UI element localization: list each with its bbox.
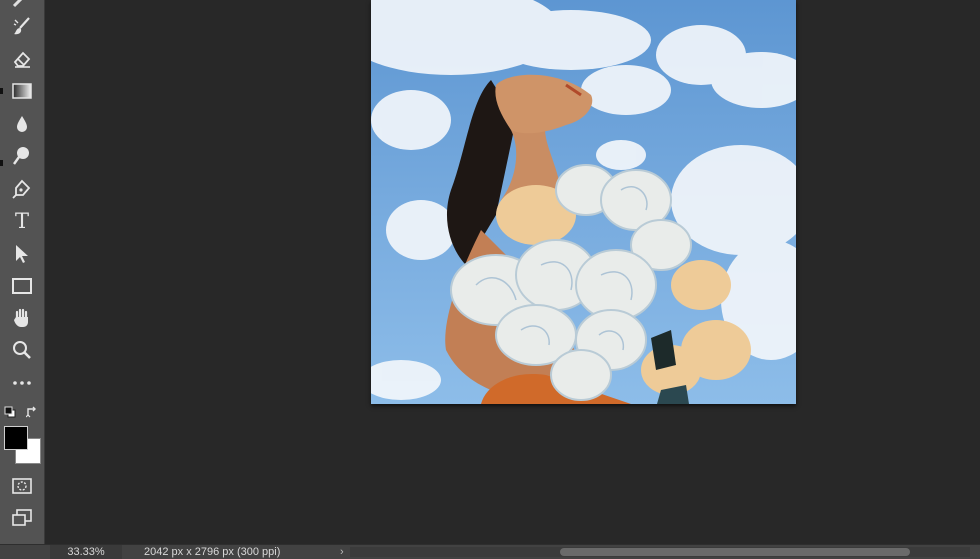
type-tool[interactable]: T bbox=[4, 207, 40, 235]
rectangle-tool[interactable] bbox=[4, 272, 40, 300]
hand-tool[interactable] bbox=[4, 304, 40, 332]
gradient-tool[interactable] bbox=[4, 77, 40, 105]
status-menu-arrow[interactable]: › bbox=[340, 545, 344, 559]
default-colors-icon[interactable] bbox=[4, 406, 16, 418]
brush-icon bbox=[13, 17, 30, 35]
blur-tool[interactable] bbox=[4, 110, 40, 138]
scrollbar-thumb[interactable] bbox=[560, 548, 910, 556]
eraser-icon bbox=[13, 51, 31, 68]
brush-tool[interactable] bbox=[4, 12, 40, 40]
quick-mask-button[interactable] bbox=[4, 472, 40, 500]
horizontal-scrollbar[interactable] bbox=[350, 547, 970, 557]
zoom-tool[interactable] bbox=[4, 336, 40, 364]
arrow-icon bbox=[16, 245, 28, 263]
dodge-icon bbox=[13, 147, 29, 165]
canvas-workspace[interactable] bbox=[45, 0, 980, 544]
screen-mode-button[interactable] bbox=[4, 504, 40, 532]
quick-mask-icon bbox=[12, 478, 32, 494]
pen-tool[interactable] bbox=[4, 175, 40, 203]
gradient-icon bbox=[12, 83, 32, 99]
swap-colors-icon[interactable] bbox=[26, 406, 38, 418]
edit-toolbar-button[interactable] bbox=[4, 369, 40, 397]
path-selection-tool[interactable] bbox=[4, 240, 40, 268]
more-icon bbox=[13, 381, 31, 385]
hand-icon bbox=[14, 308, 28, 327]
bandage-icon bbox=[12, 0, 23, 8]
pen-icon bbox=[12, 179, 31, 199]
collage-image bbox=[371, 0, 796, 404]
foreground-color-swatch[interactable] bbox=[4, 426, 28, 450]
tools-panel: T bbox=[0, 0, 45, 544]
drop-icon bbox=[17, 116, 27, 132]
type-icon: T bbox=[14, 209, 29, 233]
screen-mode-icon bbox=[12, 509, 32, 526]
eraser-tool[interactable] bbox=[4, 45, 40, 73]
document-canvas[interactable] bbox=[371, 0, 796, 404]
panel-edge-mark bbox=[0, 160, 3, 166]
document-info: 2042 px x 2796 px (300 ppi) bbox=[144, 546, 281, 558]
dodge-tool[interactable] bbox=[4, 142, 40, 170]
panel-edge-mark bbox=[0, 88, 3, 94]
rectangle-icon bbox=[12, 278, 32, 294]
magnifier-icon bbox=[13, 341, 31, 359]
zoom-level-field[interactable]: 33.33% bbox=[50, 545, 122, 559]
status-bar: 33.33% 2042 px x 2796 px (300 ppi) › bbox=[0, 544, 980, 559]
